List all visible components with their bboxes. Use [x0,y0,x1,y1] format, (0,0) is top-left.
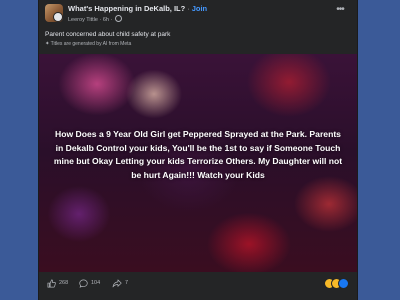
separator-dot: · [110,17,113,23]
globe-icon [114,15,122,22]
post-card: What's Happening in DeKalb, IL? · Join Lee… [38,0,358,300]
post-image[interactable]: How Does a 9 Year Old Girl get Peppered … [39,54,357,272]
share-button[interactable]: 7 [112,277,128,289]
share-count: 7 [125,280,129,286]
post-actions: 268 104 7 [39,272,357,294]
join-button[interactable]: Join [192,4,207,13]
reaction-summary[interactable] [324,277,354,289]
ai-note-text: Titles are generated by AI from Meta [50,41,132,47]
sparkle-icon: ✦ [45,41,50,47]
comment-count: 104 [91,280,101,286]
group-name-line: What's Happening in DeKalb, IL? · Join [68,4,207,13]
post-header: What's Happening in DeKalb, IL? · Join Lee… [39,0,357,28]
post-image-text: How Does a 9 Year Old Girl get Peppered … [53,129,343,180]
like-count: 268 [59,280,69,286]
comment-icon [79,279,88,288]
thumbs-up-icon [47,279,56,287]
author-name[interactable]: Leeroy Tittle [68,17,98,23]
share-icon [112,279,122,287]
like-reaction-icon [338,278,349,289]
comment-button[interactable]: 104 [79,277,100,289]
like-button[interactable]: 268 [47,277,68,289]
author-avatar[interactable] [53,12,63,22]
separator-dot: · [187,4,190,13]
post-meta: Leeroy Tittle · 6h · [68,15,122,23]
post-time[interactable]: 6h [103,17,109,23]
more-options-icon[interactable]: ••• [333,5,347,15]
ai-generated-title: Parent concerned about child safety at p… [45,31,171,38]
group-avatar[interactable] [45,4,63,22]
separator-dot: · [99,17,102,23]
group-name-link[interactable]: What's Happening in DeKalb, IL? [68,4,185,13]
ai-title-note: ✦Titles are generated by AI from Meta [45,41,131,47]
